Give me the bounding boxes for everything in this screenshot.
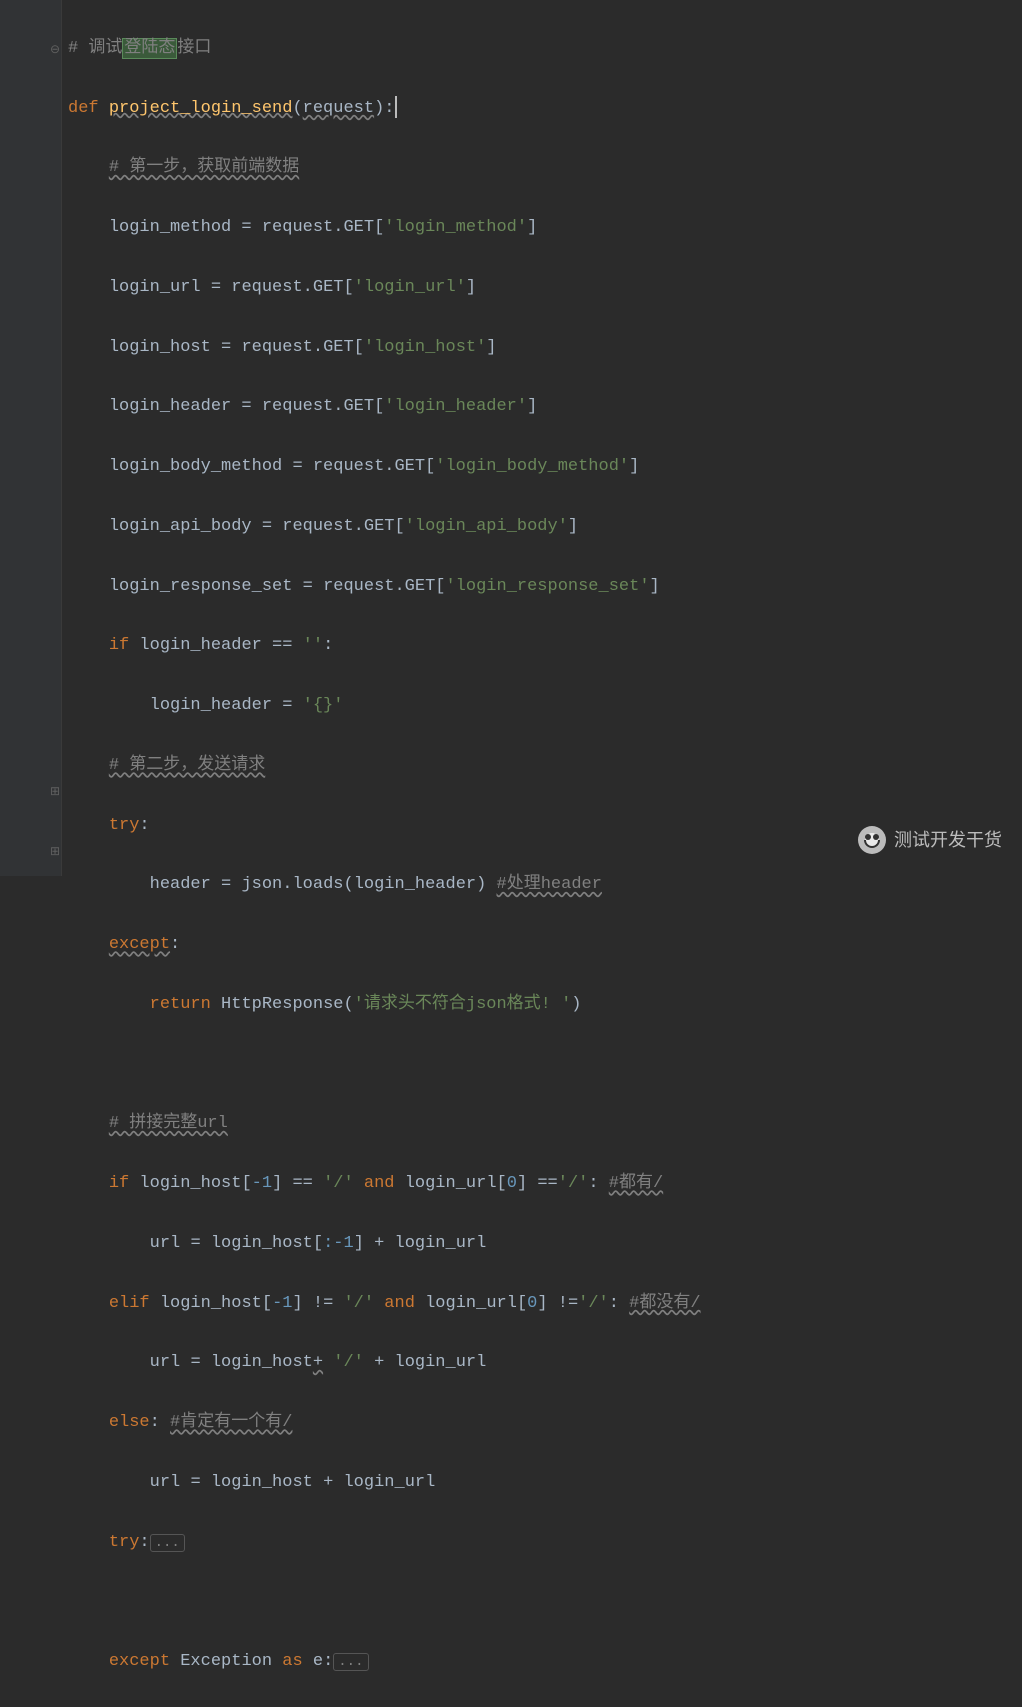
var-login-method: login_method: [109, 218, 231, 237]
function-name: project_login_send: [109, 99, 293, 118]
var-login-body-method: login_body_method: [109, 457, 282, 476]
folded-region-2[interactable]: ...: [333, 1653, 368, 1671]
parameter: request: [303, 99, 374, 118]
folded-region[interactable]: ...: [150, 1534, 185, 1552]
def-keyword: def: [68, 99, 99, 118]
var-login-url: login_url: [109, 278, 201, 297]
if-keyword: if: [109, 636, 129, 655]
comment-step1: # 第一步，获取前端数据: [109, 158, 299, 177]
highlighted-text: 登陆态: [122, 38, 177, 59]
var-login-header: login_header: [109, 397, 231, 416]
else-keyword: else: [109, 1413, 150, 1432]
var-login-api-body: login_api_body: [109, 517, 252, 536]
try-keyword: try: [109, 816, 140, 835]
try-keyword-2: try: [109, 1533, 140, 1552]
var-login-host: login_host: [109, 338, 211, 357]
comment-top: # 调试: [68, 39, 122, 58]
comment-step2: # 第二步，发送请求: [109, 756, 265, 775]
fold-toggle-minus[interactable]: ⊖: [50, 40, 60, 61]
except-keyword: except: [109, 935, 170, 954]
watermark: 测试开发干货: [858, 825, 1002, 857]
wechat-icon: [858, 826, 886, 854]
comment-url: # 拼接完整url: [109, 1114, 228, 1133]
fold-toggle-plus-2[interactable]: ⊞: [50, 842, 60, 863]
var-login-response-set: login_response_set: [109, 577, 293, 596]
text-cursor: [395, 96, 397, 118]
fold-toggle-plus[interactable]: ⊞: [50, 782, 60, 803]
editor-gutter: ⊖ ⊞ ⊞: [0, 0, 62, 876]
watermark-text: 测试开发干货: [894, 825, 1002, 857]
